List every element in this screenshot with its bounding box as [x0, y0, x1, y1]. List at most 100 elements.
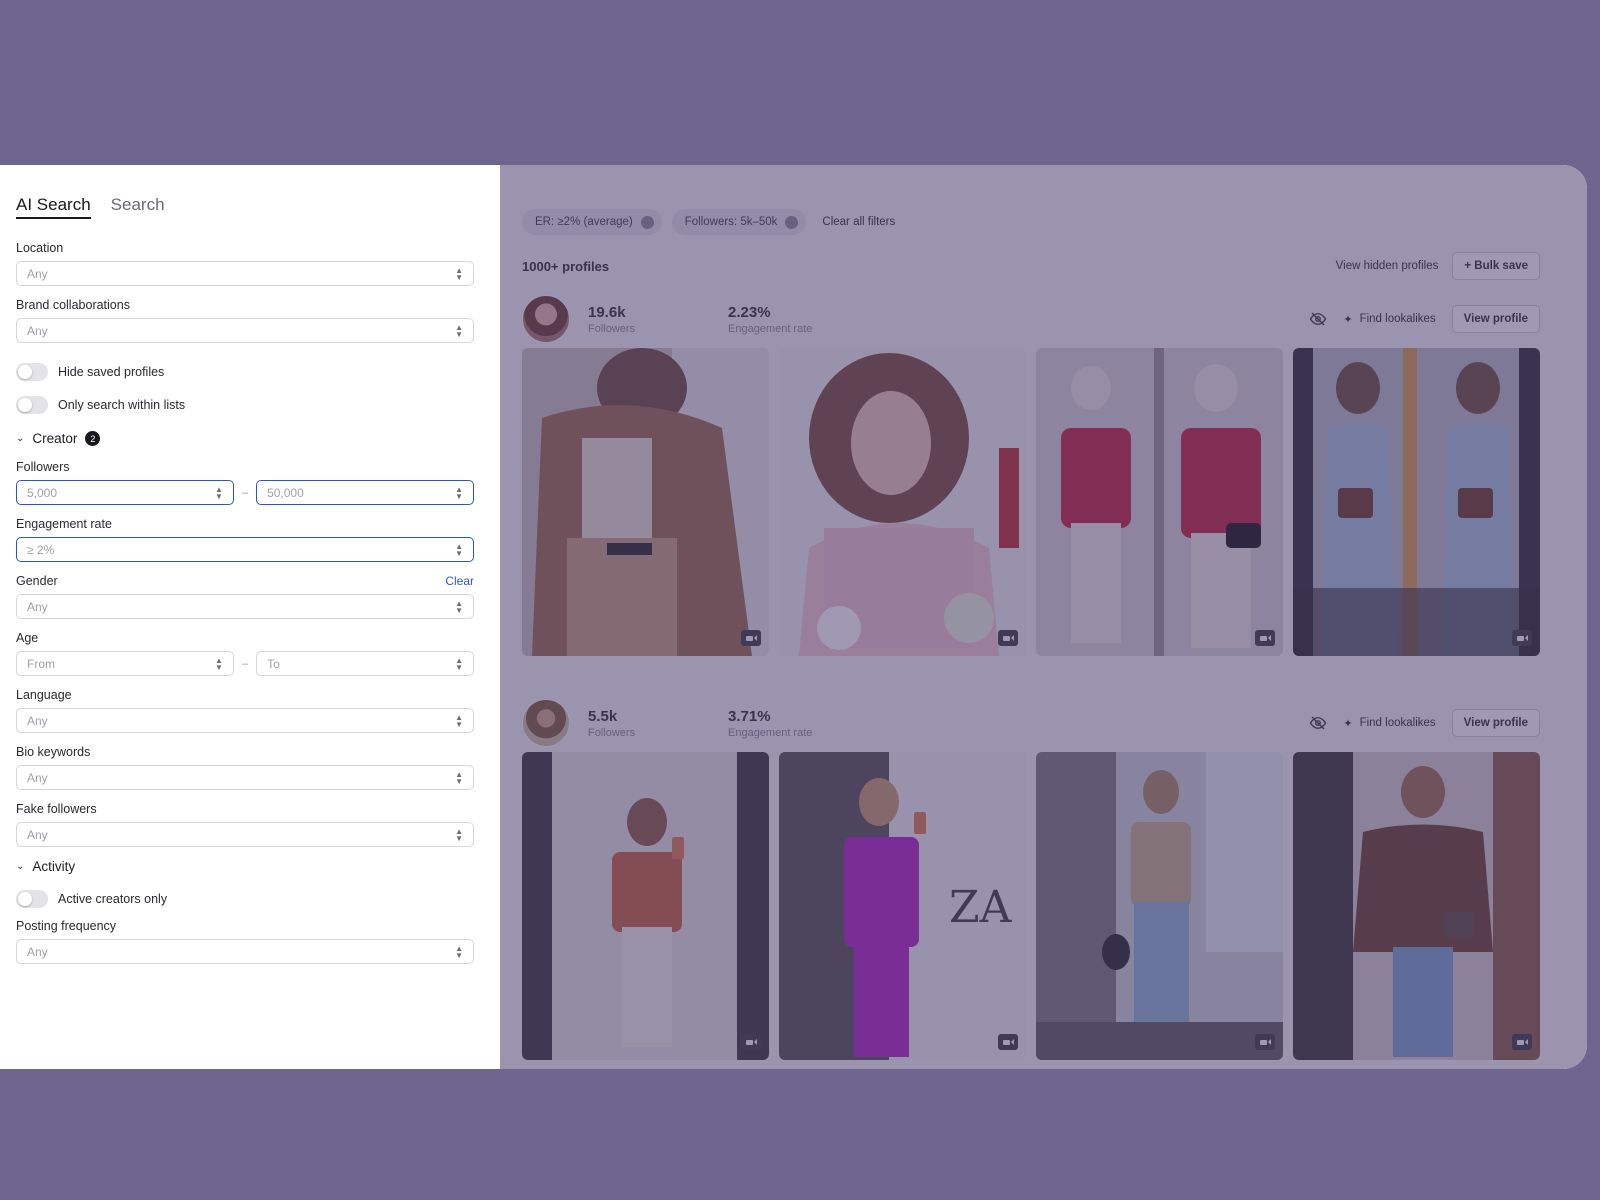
up-down-arrows-icon: ▲ ▼ — [215, 655, 223, 672]
followers-min-input[interactable]: 5,000 ▲ ▼ — [16, 480, 234, 505]
posting-frequency-value: Any — [27, 944, 48, 959]
chevron-down-icon: ⌄ — [16, 861, 25, 872]
followers-max-input[interactable]: 50,000 ▲ ▼ — [256, 480, 474, 505]
location-field: Location Any ▲ ▼ — [16, 241, 474, 286]
followers-field: Followers 5,000 ▲ ▼ – 50,000 ▲ ▼ — [16, 460, 474, 505]
posting-frequency-select[interactable]: Any ▲ ▼ — [16, 939, 474, 964]
active-filter-chips: ER: ≥2% (average) Followers: 5k–50k Clea… — [522, 208, 1540, 236]
posting-frequency-field: Posting frequency Any ▲ ▼ — [16, 919, 474, 964]
avatar[interactable] — [522, 699, 570, 747]
bio-keywords-select[interactable]: Any ▲ ▼ — [16, 765, 474, 790]
filter-chip-er[interactable]: ER: ≥2% (average) — [522, 209, 662, 235]
followers-stat-label: Followers — [588, 322, 636, 335]
sparkle-icon: ✦ — [1343, 313, 1353, 326]
view-profile-button[interactable]: View profile — [1451, 305, 1540, 333]
post-thumbnail[interactable] — [1036, 348, 1283, 656]
video-icon — [741, 630, 761, 646]
find-lookalikes-button[interactable]: ✦ Find lookalikes — [1343, 717, 1435, 730]
up-down-arrows-icon: ▲ ▼ — [455, 322, 463, 339]
engagement-value: 3.71% — [728, 707, 771, 725]
results-panel: ER: ≥2% (average) Followers: 5k–50k Clea… — [500, 165, 1587, 1069]
bio-keywords-value: Any — [27, 770, 48, 785]
post-thumbnail[interactable]: ZA — [779, 752, 1026, 1060]
post-thumbnail[interactable] — [1293, 752, 1540, 1060]
creator-filter-count-badge: 2 — [85, 431, 101, 446]
engagement-rate-value: ≥ 2% — [27, 542, 55, 557]
gender-clear-button[interactable]: Clear — [445, 574, 474, 594]
age-from-input[interactable]: From ▲ ▼ — [16, 651, 234, 676]
followers-range: 5,000 ▲ ▼ – 50,000 ▲ ▼ — [16, 480, 474, 505]
gender-select[interactable]: Any ▲ ▼ — [16, 594, 474, 619]
filter-chip-label: Followers: 5k–50k — [684, 216, 778, 228]
post-thumbnail[interactable] — [522, 752, 769, 1060]
engagement-stat: 3.71% Engagement rate — [728, 708, 848, 739]
age-to-input[interactable]: To ▲ ▼ — [256, 651, 474, 676]
location-select[interactable]: Any ▲ ▼ — [16, 261, 474, 286]
creator-section-header[interactable]: ⌄ Creator 2 — [16, 431, 474, 446]
eye-off-icon[interactable] — [1309, 310, 1327, 328]
engagement-rate-field: Engagement rate ≥ 2% ▲ ▼ — [16, 517, 474, 562]
post-thumbnail[interactable] — [1036, 752, 1283, 1060]
engagement-stat-label: Engagement rate — [728, 726, 813, 739]
clear-all-filters-button[interactable]: Clear all filters — [822, 216, 895, 228]
filter-chip-followers[interactable]: Followers: 5k–50k — [671, 209, 807, 235]
engagement-rate-select[interactable]: ≥ 2% ▲ ▼ — [16, 537, 474, 562]
engagement-value: 2.23% — [728, 303, 771, 321]
gender-value: Any — [27, 599, 48, 614]
fake-followers-select[interactable]: Any ▲ ▼ — [16, 822, 474, 847]
post-grid — [522, 348, 1540, 656]
chevron-down-icon: ⌄ — [16, 433, 25, 444]
close-icon[interactable] — [640, 215, 654, 229]
avatar[interactable] — [522, 295, 570, 343]
hide-saved-row: Hide saved profiles — [16, 355, 474, 388]
video-icon — [741, 1034, 761, 1050]
language-select[interactable]: Any ▲ ▼ — [16, 708, 474, 733]
video-icon — [1255, 630, 1275, 646]
post-thumbnail[interactable] — [779, 348, 1026, 656]
up-down-arrows-icon: ▲ ▼ — [455, 769, 463, 786]
location-label: Location — [16, 241, 64, 255]
followers-stat-label: Followers — [588, 726, 636, 739]
hide-saved-toggle[interactable] — [16, 362, 48, 381]
post-thumbnail[interactable] — [522, 348, 769, 656]
brand-collaborations-label: Brand collaborations — [16, 298, 130, 312]
video-icon — [1512, 630, 1532, 646]
only-lists-toggle[interactable] — [16, 395, 48, 414]
tab-ai-search[interactable]: AI Search — [16, 193, 91, 219]
up-down-arrows-icon: ▲ ▼ — [455, 712, 463, 729]
post-grid: ZA — [522, 752, 1540, 1060]
fake-followers-label: Fake followers — [16, 802, 97, 816]
followers-stat: 19.6k Followers — [588, 304, 708, 335]
fake-followers-field: Fake followers Any ▲ ▼ — [16, 802, 474, 847]
video-icon — [998, 1034, 1018, 1050]
video-icon — [1512, 1034, 1532, 1050]
followers-label: Followers — [16, 460, 70, 474]
language-value: Any — [27, 713, 48, 728]
age-to-placeholder: To — [267, 656, 280, 671]
tab-search[interactable]: Search — [111, 193, 165, 231]
find-lookalikes-button[interactable]: ✦ Find lookalikes — [1343, 313, 1435, 326]
brand-collaborations-select[interactable]: Any ▲ ▼ — [16, 318, 474, 343]
activity-section-header[interactable]: ⌄ Activity — [16, 859, 474, 874]
view-profile-button[interactable]: View profile — [1451, 709, 1540, 737]
active-only-label: Active creators only — [58, 891, 168, 906]
followers-max-value: 50,000 — [267, 485, 304, 500]
only-lists-label: Only search within lists — [58, 397, 186, 412]
location-value: Any — [27, 266, 48, 281]
age-range: From ▲ ▼ – To ▲ ▼ — [16, 651, 474, 676]
close-icon[interactable] — [785, 215, 799, 229]
view-hidden-profiles-button[interactable]: View hidden profiles — [1336, 260, 1439, 272]
up-down-arrows-icon: ▲ ▼ — [455, 484, 463, 501]
eye-off-icon[interactable] — [1309, 714, 1327, 732]
bulk-save-button[interactable]: + Bulk save — [1452, 252, 1540, 280]
profile-card: 5.5k Followers 3.71% Engagement rate ✦ F… — [522, 698, 1540, 1060]
brand-collaborations-value: Any — [27, 323, 48, 338]
bio-keywords-label: Bio keywords — [16, 745, 91, 759]
active-only-toggle[interactable] — [16, 889, 48, 908]
results-toolbar: 1000+ profiles View hidden profiles + Bu… — [522, 252, 1540, 280]
followers-value: 19.6k — [588, 303, 626, 321]
video-icon — [1255, 1034, 1275, 1050]
post-thumbnail[interactable] — [1293, 348, 1540, 656]
find-lookalikes-label: Find lookalikes — [1359, 313, 1436, 325]
brand-collaborations-field: Brand collaborations Any ▲ ▼ — [16, 298, 474, 343]
